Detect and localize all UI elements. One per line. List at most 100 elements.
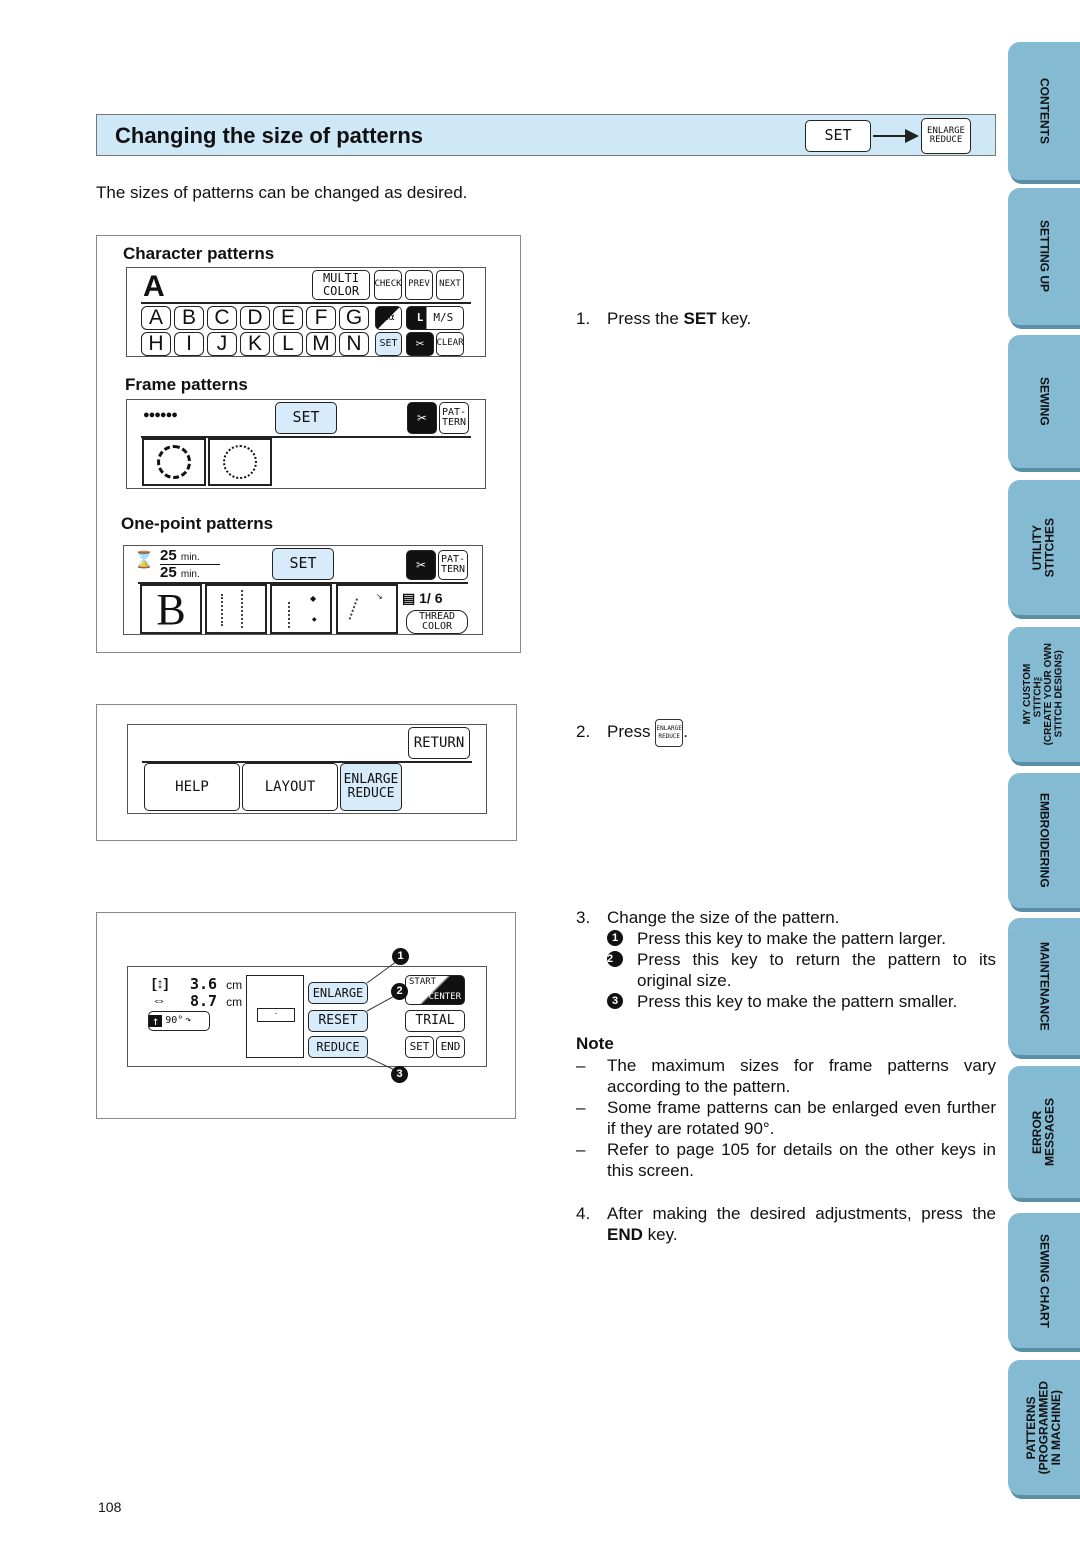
section-title-bar: Changing the size of patterns SET ENLARG… bbox=[96, 114, 996, 156]
tab-embroidering[interactable]: EMBROIDERING bbox=[1008, 773, 1080, 908]
step-3-item: 3 Press this key to make the pattern smal… bbox=[607, 991, 996, 1012]
set-key-illustration: SET bbox=[805, 120, 871, 152]
next-key: NEXT bbox=[436, 270, 464, 300]
character-key-m: M bbox=[306, 332, 336, 356]
one-point-pattern-letter: B bbox=[140, 584, 202, 634]
set-key: SET bbox=[275, 402, 337, 434]
character-key-h: H bbox=[141, 332, 171, 356]
tab-setting-up[interactable]: SETTING UP bbox=[1008, 188, 1080, 325]
tab-label: MAINTENANCE bbox=[1037, 942, 1052, 1031]
tab-my-custom-stitch[interactable]: MY CUSTOM STITCH™ (CREATE YOUR OWN STITC… bbox=[1008, 627, 1080, 762]
check-key: CHECK bbox=[374, 270, 402, 300]
tab-label: SEWING bbox=[1037, 377, 1052, 426]
marker-2: 2 bbox=[607, 951, 623, 967]
marker-3: 3 bbox=[607, 993, 623, 1009]
dotted-circle-icon bbox=[223, 445, 257, 479]
tab-label: CONTENTS bbox=[1037, 78, 1052, 144]
step-number: 4. bbox=[576, 1204, 591, 1223]
tab-patterns[interactable]: PATTERNS (PROGRAMMED IN MACHINE) bbox=[1008, 1360, 1080, 1495]
step-number: 3. bbox=[576, 908, 591, 927]
dash: – bbox=[576, 1098, 586, 1117]
multi-color-key: MULTI COLOR bbox=[312, 270, 370, 300]
time-unit: min. bbox=[180, 569, 200, 580]
reduce-label: REDUCE bbox=[658, 732, 681, 740]
size-key: L M/S bbox=[406, 306, 464, 330]
period: . bbox=[683, 722, 688, 741]
page-number: 108 bbox=[98, 1499, 122, 1515]
note-item: – The maximum sizes for frame patterns va… bbox=[576, 1055, 996, 1097]
one-point-patterns-heading: One-point patterns bbox=[121, 514, 274, 533]
stitch-point: ◆ bbox=[310, 594, 317, 603]
item-text: Press this key to make the pattern small… bbox=[637, 992, 958, 1011]
step-text-pre: Press the bbox=[607, 309, 684, 328]
character-key-k: K bbox=[240, 332, 270, 356]
figure-menu-screen: RETURN HELP LAYOUT ENLARGE REDUCE bbox=[96, 704, 517, 841]
time-total-value: 25 bbox=[160, 547, 177, 564]
frame-lcd-screen: ●●●●●● SET ✂ PAT- TERN bbox=[126, 399, 486, 489]
one-point-lcd-screen: ⌛ 25 min. 25 min. SET ✂ PAT- TERN B ◆ ◆ … bbox=[123, 545, 483, 635]
thread-counter: ▤ 1/ 6 bbox=[402, 590, 442, 607]
character-key-c: C bbox=[207, 306, 237, 330]
help-key: HELP bbox=[144, 763, 240, 811]
step-number: 2. bbox=[576, 722, 591, 741]
callout-marker-1: 1 bbox=[392, 948, 409, 965]
tab-sewing-chart[interactable]: SEWING CHART bbox=[1008, 1213, 1080, 1348]
frame-pattern-circle-dashed bbox=[142, 438, 206, 486]
tern-label: TERN bbox=[441, 417, 467, 428]
note-heading: Note bbox=[576, 1034, 614, 1053]
tab-label: UTILITY STITCHES bbox=[1030, 517, 1057, 578]
time-remaining-value: 25 bbox=[160, 564, 177, 581]
step-1: 1. Press the SET key. bbox=[576, 308, 996, 330]
tab-label: SETTING UP bbox=[1037, 220, 1052, 293]
one-point-pattern-3: ◆ ◆ bbox=[270, 584, 332, 634]
callout-marker-3: 3 bbox=[391, 1066, 408, 1083]
stitch-point: ↘ bbox=[376, 592, 383, 601]
tab-error-messages[interactable]: ERROR MESSAGES bbox=[1008, 1066, 1080, 1198]
reduce-label: REDUCE bbox=[929, 135, 963, 145]
step-3: 3. Change the size of the pattern. 1 Pres… bbox=[576, 907, 996, 1017]
tab-label: MY CUSTOM STITCH™ (CREATE YOUR OWN STITC… bbox=[1022, 643, 1065, 746]
character-key-n: N bbox=[339, 332, 369, 356]
character-key-d: D bbox=[240, 306, 270, 330]
step-text-post: key. bbox=[642, 1225, 678, 1244]
thread-count: 1/ 6 bbox=[419, 590, 443, 606]
set-key: SET bbox=[375, 332, 402, 356]
color-label: COLOR bbox=[421, 621, 453, 632]
one-point-pattern-2 bbox=[205, 584, 267, 634]
step-text: Press ENLARGE REDUCE. bbox=[607, 717, 688, 747]
stitch-trace bbox=[288, 602, 290, 628]
character-patterns-heading: Character patterns bbox=[123, 244, 275, 263]
note-text: Refer to page 105 for details on the oth… bbox=[607, 1140, 996, 1180]
time-remaining: 25 min. bbox=[160, 564, 200, 581]
layout-key: LAYOUT bbox=[242, 763, 338, 811]
tab-maintenance[interactable]: MAINTENANCE bbox=[1008, 918, 1080, 1055]
step-3-item: 2 Press this key to return the pattern to… bbox=[607, 949, 996, 991]
thread-color-key: THREAD COLOR bbox=[406, 610, 468, 634]
tab-label: SEWING CHART bbox=[1037, 1233, 1052, 1328]
character-lcd-screen: A MULTI COLOR CHECK PREV NEXT ABCDEFG HI… bbox=[126, 267, 486, 357]
step-text: Change the size of the pattern. bbox=[607, 908, 840, 927]
set-key-ref: SET bbox=[683, 309, 717, 328]
tab-sewing[interactable]: SEWING bbox=[1008, 335, 1080, 468]
stitch-trace bbox=[221, 594, 223, 626]
enlarge-reduce-key: ENLARGE REDUCE bbox=[340, 763, 402, 811]
scissors-icon: ✂ bbox=[406, 550, 436, 580]
character-key-f: F bbox=[306, 306, 336, 330]
item-text: Press this key to make the pattern large… bbox=[637, 929, 946, 948]
frame-pattern-circle-dotted bbox=[208, 438, 272, 486]
color-label: COLOR bbox=[322, 284, 360, 298]
tab-utility-stitches[interactable]: UTILITY STITCHES bbox=[1008, 480, 1080, 615]
intro-text: The sizes of patterns can be changed as … bbox=[96, 183, 468, 202]
step-text-pre: After making the desired adjustments, pr… bbox=[607, 1204, 996, 1223]
character-key-b: B bbox=[174, 306, 204, 330]
tab-contents[interactable]: CONTENTS bbox=[1008, 42, 1080, 180]
tab-label: ERROR MESSAGES bbox=[1030, 1097, 1057, 1166]
frame-patterns-heading: Frame patterns bbox=[125, 375, 248, 394]
scissors-icon: ✂ bbox=[406, 332, 434, 356]
hourglass-icon: ⌛ bbox=[134, 552, 154, 569]
note-text: The maximum sizes for frame patterns var… bbox=[607, 1056, 996, 1096]
figure-size-screen: [↕] 3.6 cm ⇔ 8.7 cm ↑ 90° ↷ · ENLARGE RESE… bbox=[96, 912, 516, 1119]
callout-marker-2: 2 bbox=[391, 983, 408, 1000]
clear-key: CLEAR bbox=[436, 332, 464, 356]
prev-key: PREV bbox=[405, 270, 433, 300]
